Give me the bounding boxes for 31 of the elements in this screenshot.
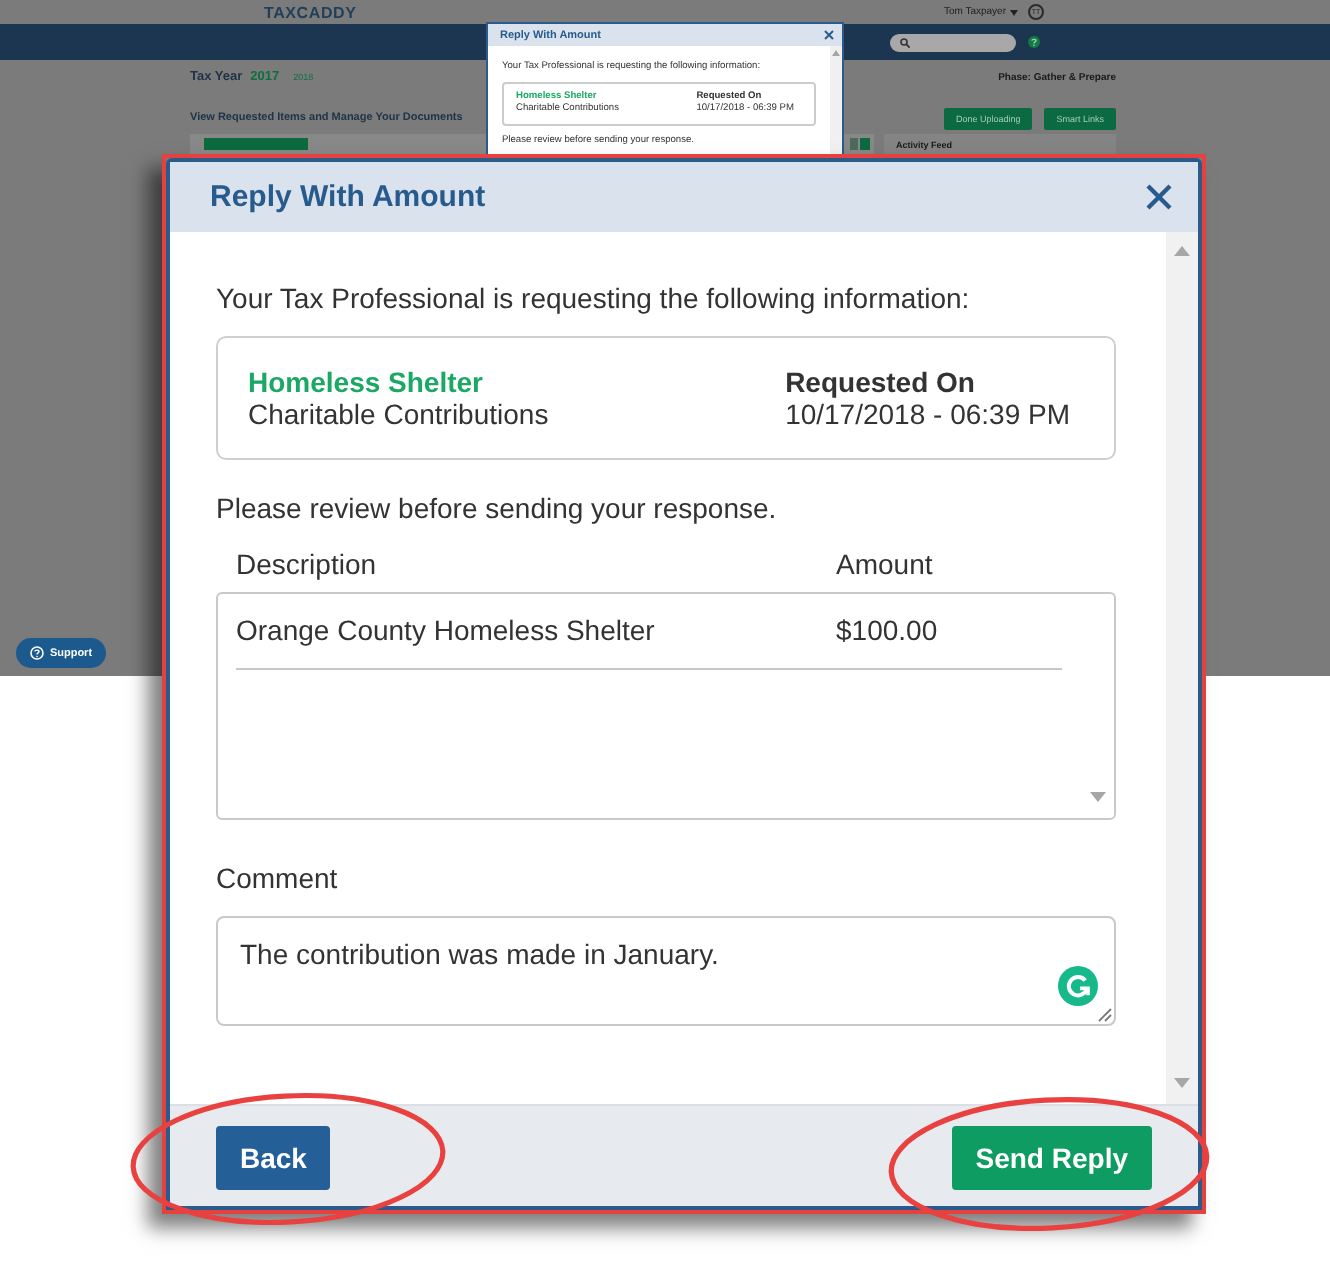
close-button[interactable] [824,30,834,40]
intro-text: Your Tax Professional is requesting the following information: [216,280,972,316]
scroll-up-icon [1174,246,1190,256]
close-icon [824,30,834,40]
search-field[interactable] [890,33,1016,51]
column-header: Amount [836,546,933,582]
field-label: Comment [216,860,340,896]
request-category: Charitable Contributions [248,398,549,430]
table-cell-text: Orange County Homeless Shelter [236,612,657,648]
requested-on-date: 10/17/2018 - 06:39 PM [785,398,1070,430]
review-note: Please review before sending your response. [216,490,779,526]
resize-handle-icon [1098,1008,1112,1022]
scroll-down-icon [1174,1078,1190,1088]
dialog-title: Reply With Amount [210,180,486,214]
requested-on-label: Requested On [785,366,977,398]
comment-field[interactable]: The contribution was made in January. [216,916,1116,1026]
scroll-up-icon [832,50,840,56]
request-item: Homeless Shelter [248,366,485,398]
logo[interactable]: TAXCADDY [264,3,357,21]
view-toggle-icon [850,138,870,150]
scroll-down-icon [1090,792,1106,802]
help-icon [1028,36,1040,48]
table-cell: $100.00 [836,612,938,648]
close-button[interactable] [1146,184,1172,210]
help-icon [29,646,44,660]
close-icon [1146,184,1172,210]
back-button[interactable]: Back [216,1126,331,1190]
search-icon [900,37,910,47]
submit-button[interactable]: Send Reply [951,1126,1152,1190]
caret-icon [1010,9,1018,15]
column-header: Description [236,546,379,582]
